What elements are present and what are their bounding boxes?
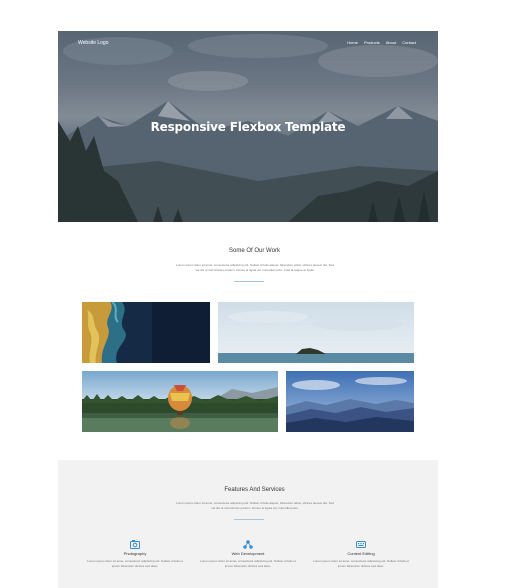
gallery-photo-mountains[interactable] <box>286 371 414 432</box>
nav-item-home[interactable]: Home <box>347 40 358 45</box>
feature-description: Lorem ipsum dolor sit amet, consectetur … <box>87 559 183 568</box>
nav-item-contact[interactable]: Contact <box>402 40 416 45</box>
nav-item-products[interactable]: Products <box>364 40 380 45</box>
feature-description: Lorem ipsum dolor sit amet, consectetur … <box>200 559 296 568</box>
feature-title: Web Development <box>231 551 265 556</box>
work-section-title: Some Of Our Work <box>229 248 280 254</box>
main-nav: Home Products About Contact <box>347 40 416 45</box>
work-divider <box>234 281 264 282</box>
feature-description: Lorem ipsum dolor sit amet, consectetur … <box>313 559 409 568</box>
camera-icon <box>130 536 140 549</box>
features-section-title: Features And Services <box>224 487 285 493</box>
gallery-photo-balloon[interactable] <box>82 371 278 432</box>
hero-title: Responsive Flexbox Template <box>150 120 346 134</box>
share-nodes-icon <box>243 536 253 549</box>
gallery-photo-island[interactable] <box>218 302 414 363</box>
gallery-photo-aerial[interactable] <box>82 302 210 363</box>
keyboard-icon <box>356 536 366 548</box>
work-section-description: Lorem ipsum dolor sit amet, consectetur … <box>176 263 334 272</box>
nav-item-about[interactable]: About <box>386 40 396 45</box>
feature-title: Photography <box>123 551 147 556</box>
hero-banner: Website Logo Home Products About Contact… <box>58 31 438 222</box>
features-section-description: Lorem ipsum dolor sit amet, consectetur … <box>176 501 334 510</box>
feature-title: Content Editing <box>347 551 375 556</box>
features-divider <box>234 519 264 520</box>
website-logo[interactable]: Website Logo <box>78 40 108 46</box>
